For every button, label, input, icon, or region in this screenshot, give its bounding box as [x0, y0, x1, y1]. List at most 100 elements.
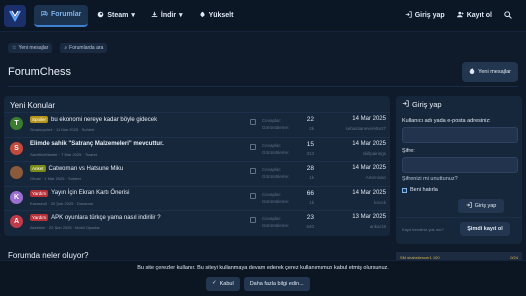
nav-download[interactable]: İndir ▾	[144, 5, 190, 27]
avatar[interactable]: S	[10, 141, 23, 155]
views-label: Görüntüleme:	[262, 149, 290, 155]
thread-title[interactable]: Yayın İçin Ekran Kartı Önerisi	[51, 190, 129, 196]
avatar[interactable]	[10, 166, 23, 179]
login-submit-label: Giriş yap	[474, 203, 497, 209]
thread-row[interactable]: A Yardım APK oyunlara türkçe yama nasıl in…	[4, 210, 390, 234]
sign-in-icon	[405, 11, 412, 20]
last-post-date[interactable]: 14 Mar 2025	[352, 164, 386, 173]
last-post-user[interactable]: knock	[352, 198, 386, 207]
register-now-button[interactable]: Şimdi kayıt ol	[460, 222, 510, 236]
thread-row[interactable]: S Elimde sahik "Satranç Malzemeleri" mevc…	[4, 136, 390, 161]
views-count: 2k	[309, 126, 314, 131]
thread-forum[interactable]: Sohbet	[82, 127, 95, 132]
nav-forums[interactable]: Forumlar	[34, 4, 89, 27]
thread-date: 11 Mar 2025	[56, 127, 79, 132]
chevron-down-icon: ▾	[179, 12, 183, 19]
thread-date: 20 Şub 2025	[50, 200, 74, 206]
thread-forum[interactable]: Mobil Oyunlar	[75, 225, 100, 230]
last-post-user[interactable]: ankar18	[352, 222, 386, 231]
cookie-text: Bu site çerezler kullanır. Bu siteyi kul…	[137, 265, 389, 271]
last-post-date[interactable]: 14 Mar 2025	[352, 140, 386, 149]
thread-stats: 15 313	[300, 140, 314, 158]
thread-row[interactable]: Anket Catwoman vs Hatsune Miku Ghost · 1 M…	[4, 161, 390, 185]
last-post: 14 Mar 2025 knock	[352, 189, 386, 207]
steam-icon	[97, 11, 104, 20]
views-label: Görüntüleme:	[262, 125, 290, 130]
thread-title[interactable]: bu ekonomi nereye kadar böyle gidecek	[51, 117, 157, 123]
thread-stats: 28 1k	[300, 164, 314, 182]
replies-count: 28	[306, 165, 314, 172]
divider	[8, 86, 518, 87]
nav-upgrade[interactable]: Yükselt	[192, 5, 241, 27]
sign-in-icon	[466, 202, 472, 211]
login-submit-button[interactable]: Giriş yap	[458, 199, 504, 213]
last-post-user[interactable]: sebastianeverette27	[345, 124, 386, 133]
new-messages-button[interactable]: Yeni mesajlar	[462, 62, 518, 82]
thread-row[interactable]: K Yardım Yayın İçin Ekran Kartı Önerisi Kar…	[4, 185, 390, 210]
thread-forum[interactable]: Sohbet	[68, 176, 81, 181]
thread-tag[interactable]: Anket	[30, 165, 46, 172]
avatar-letter: S	[14, 144, 19, 152]
cookie-more-info-button[interactable]: Daha fazla bilgi edin...	[243, 277, 310, 291]
search-forums-label: Forumlarda ara	[69, 45, 104, 51]
thread-author[interactable]: Karaseu0	[30, 201, 47, 206]
password-field[interactable]	[402, 157, 518, 173]
username-field[interactable]	[402, 127, 518, 143]
replies-label: Cevaplar:	[262, 191, 282, 197]
search-icon[interactable]	[504, 10, 512, 21]
last-post-user[interactable]: Artemisan	[352, 173, 386, 182]
thread-forum[interactable]: Donanım	[77, 201, 93, 206]
thread-meta: Sinalucycle4 · 11 Mar 2025 · Sohbet	[30, 127, 95, 132]
thread-author[interactable]: Ghost	[30, 176, 41, 181]
thread-title[interactable]: Catwoman vs Hatsune Miku	[49, 166, 124, 172]
avatar[interactable]: K	[10, 190, 23, 204]
views-count: 1k	[309, 199, 314, 205]
thread-stat-labels: Cevaplar: Görüntüleme:	[262, 191, 289, 205]
thread-title[interactable]: Elimde sahik "Satranç Malzemeleri" mevcu…	[30, 141, 164, 147]
last-post: 13 Mar 2025 ankar18	[352, 213, 386, 231]
site-logo[interactable]	[4, 4, 26, 27]
login-panel-title-label: Giriş yap	[412, 100, 442, 109]
replies-label: Cevaplar:	[262, 167, 282, 172]
thread-author[interactable]: Sinalucycle4	[30, 127, 52, 132]
username-label: Kullanıcı adı yada e-posta adresiniz:	[402, 118, 491, 124]
user-plus-icon	[456, 11, 464, 20]
avatar[interactable]: A	[10, 215, 23, 228]
thread-author[interactable]: Akeelinn	[30, 225, 45, 230]
chat-bubbles-icon	[41, 10, 48, 19]
thread-tag[interactable]: Spoiler	[30, 116, 49, 123]
thread-author[interactable]: SacrificeMaster	[30, 152, 58, 157]
section-title: Yeni Konular	[10, 101, 56, 110]
thread-tag[interactable]: Yardım	[30, 214, 49, 221]
thread-stat-labels: Cevaplar: Görüntüleme:	[262, 166, 289, 180]
last-post-user[interactable]: skillpairings	[352, 149, 386, 158]
login-link[interactable]: Giriş yap	[405, 5, 445, 27]
last-post-date[interactable]: 14 Mar 2025	[352, 189, 386, 198]
replies-count: 66	[306, 189, 314, 197]
check-icon: ✓	[212, 280, 217, 287]
register-link[interactable]: Kayıt ol	[456, 5, 492, 27]
sign-in-icon	[402, 100, 409, 109]
views-label: Görüntüleme:	[262, 198, 290, 204]
thread-stat-labels: Cevaplar: Görüntüleme:	[262, 215, 289, 229]
replies-count: 22	[306, 116, 314, 123]
last-post-date[interactable]: 13 Mar 2025	[352, 213, 386, 222]
thread-tag[interactable]: Yardım	[30, 189, 49, 197]
last-post-date[interactable]: 14 Mar 2025	[345, 115, 386, 124]
thread-meta: Karaseu0 · 20 Şub 2025 · Donanım	[30, 200, 94, 206]
login-label: Giriş yap	[414, 12, 445, 19]
remember-me-checkbox[interactable]	[402, 187, 407, 193]
register-prompt: Kayıt trendiniz yok mu?	[402, 227, 444, 232]
search-icon: ⌕	[64, 44, 68, 51]
nav-steam[interactable]: Steam ▾	[90, 5, 142, 27]
thread-row[interactable]: T Spoiler bu ekonomi nereye kadar böyle gi…	[4, 112, 390, 136]
forgot-password-link[interactable]: Şifrenizi mi unuttunuz?	[402, 176, 458, 182]
thread-stats: 23 540	[300, 213, 314, 231]
search-forums-link[interactable]: ⌕ Forumlarda ara	[60, 43, 108, 53]
remember-me-row[interactable]: Beni hatırla	[402, 187, 438, 193]
thread-title[interactable]: APK oyunlara türkçe yama nasıl indirilir…	[51, 215, 160, 221]
avatar[interactable]: T	[10, 117, 23, 130]
new-messages-link[interactable]: ☆ Yeni mesajlar	[8, 43, 53, 53]
thread-forum[interactable]: Ticaret	[85, 152, 97, 157]
cookie-accept-button[interactable]: ✓ Kabul	[206, 277, 240, 291]
